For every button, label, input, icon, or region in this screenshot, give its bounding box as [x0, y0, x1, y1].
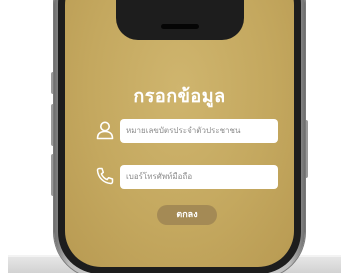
id-number-field[interactable]: หมายเลขบัตรประจำตัวประชาชน	[120, 119, 278, 143]
phone-bezel: กรอกข้อมูล หมายเลขบัตรประจำตัวประชาชน เบ…	[58, 0, 301, 273]
phone-icon	[96, 167, 114, 185]
phone-number-field[interactable]: เบอร์โทรศัพท์มือถือ	[120, 165, 278, 189]
ok-button[interactable]: ตกลง	[157, 205, 217, 225]
phone-screen: กรอกข้อมูล หมายเลขบัตรประจำตัวประชาชน เบ…	[65, 0, 294, 267]
user-icon	[96, 121, 114, 140]
speaker-grille	[160, 24, 199, 29]
phone-frame: กรอกข้อมูล หมายเลขบัตรประจำตัวประชาชน เบ…	[54, 0, 305, 273]
stage: กรอกข้อมูล หมายเลขบัตรประจำตัวประชาชน เบ…	[0, 0, 349, 273]
form-title: กรอกข้อมูล	[133, 86, 226, 107]
phone-notch	[115, 0, 244, 40]
